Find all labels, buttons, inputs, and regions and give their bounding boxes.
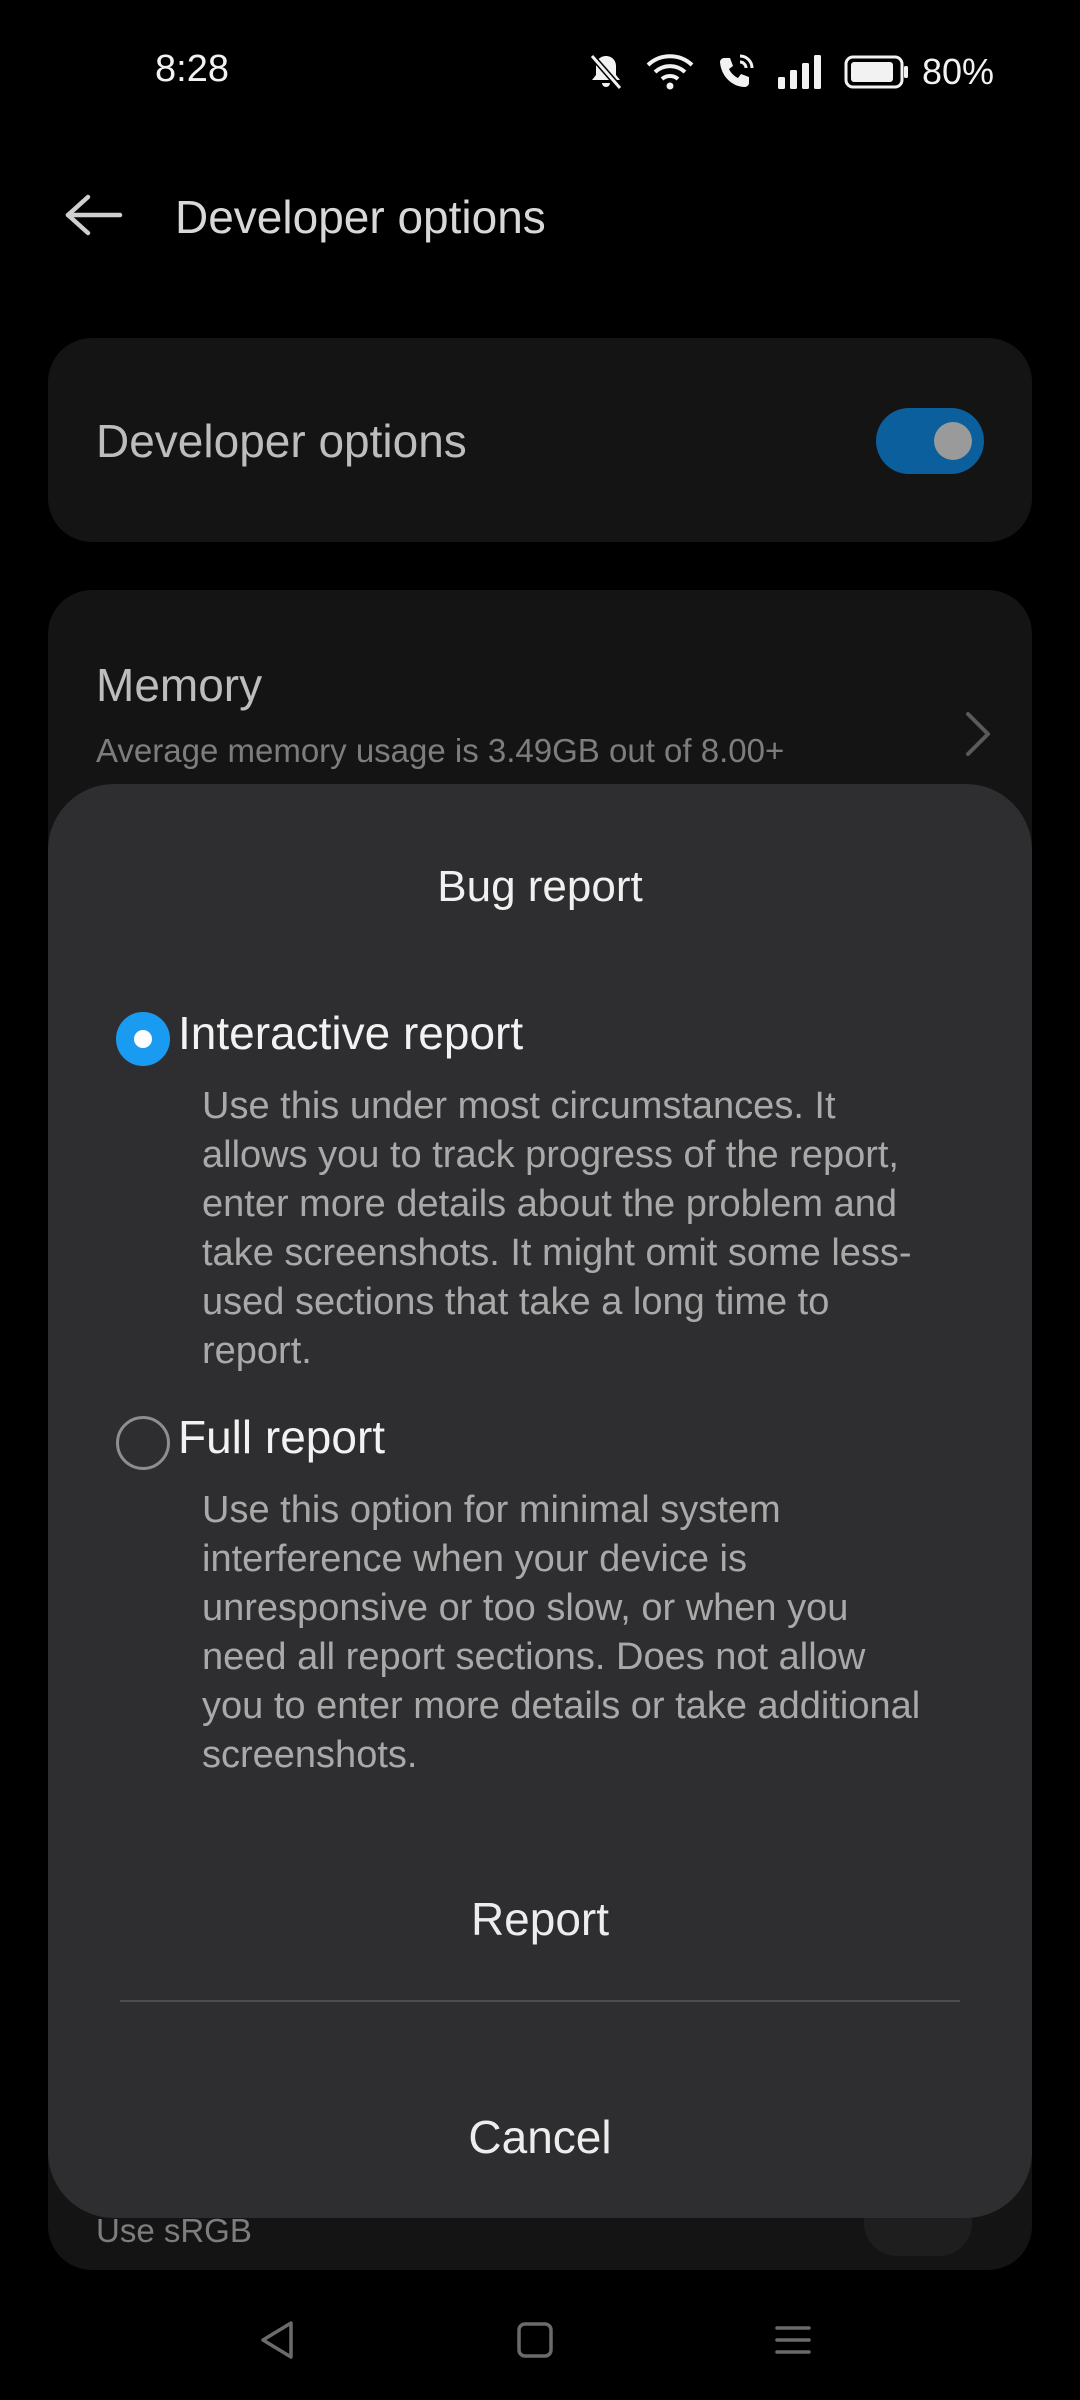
option-label: Interactive report <box>178 1007 524 1059</box>
developer-options-label: Developer options <box>96 415 467 467</box>
memory-subtitle: Average memory usage is 3.49GB out of 8.… <box>96 732 785 769</box>
radio-unselected-icon[interactable] <box>116 1416 170 1470</box>
option-description: Use this under most circumstances. It al… <box>202 1085 912 1372</box>
status-time: 8:28 <box>155 48 229 90</box>
back-button[interactable] <box>48 178 140 252</box>
battery-percentage: 80% <box>921 51 994 92</box>
dialog-title: Bug report <box>437 862 643 911</box>
nav-recents-button[interactable] <box>758 2310 828 2370</box>
back-triangle-icon <box>261 2321 293 2359</box>
battery-icon <box>844 55 910 89</box>
arrow-left-icon <box>65 194 123 236</box>
report-button[interactable]: Report <box>48 1864 1032 1974</box>
toggle-knob <box>934 422 972 460</box>
chevron-right-icon <box>962 710 992 763</box>
wifi-calling-icon <box>716 52 756 92</box>
recents-menu-icon <box>775 2326 811 2354</box>
status-bar: 8:28 80% <box>0 0 1080 130</box>
home-square-icon <box>517 2322 553 2358</box>
app-bar: Developer options <box>0 150 1080 280</box>
memory-title[interactable]: Memory <box>96 658 262 712</box>
radio-selected-icon[interactable] <box>116 1012 170 1066</box>
option-description: Use this option for minimal system inter… <box>202 1489 921 1776</box>
cancel-button[interactable]: Cancel <box>48 2082 1032 2192</box>
notifications-off-icon <box>588 52 624 92</box>
nav-home-button[interactable] <box>500 2310 570 2370</box>
bug-report-dialog: Bug report Interactive report Use this u… <box>48 784 1032 2218</box>
screen: 8:28 80% Developer options Developer opt… <box>0 0 1080 2400</box>
divider <box>120 2000 960 2002</box>
page-title: Developer options <box>175 191 546 243</box>
wifi-icon <box>646 53 694 91</box>
developer-options-card[interactable]: Developer options <box>48 338 1032 542</box>
option-label: Full report <box>178 1411 386 1463</box>
developer-options-toggle[interactable] <box>876 408 984 474</box>
nav-back-button[interactable] <box>242 2310 312 2370</box>
navigation-bar <box>0 2280 1080 2400</box>
status-icons: 80% <box>588 50 994 94</box>
signal-icon <box>777 55 822 89</box>
